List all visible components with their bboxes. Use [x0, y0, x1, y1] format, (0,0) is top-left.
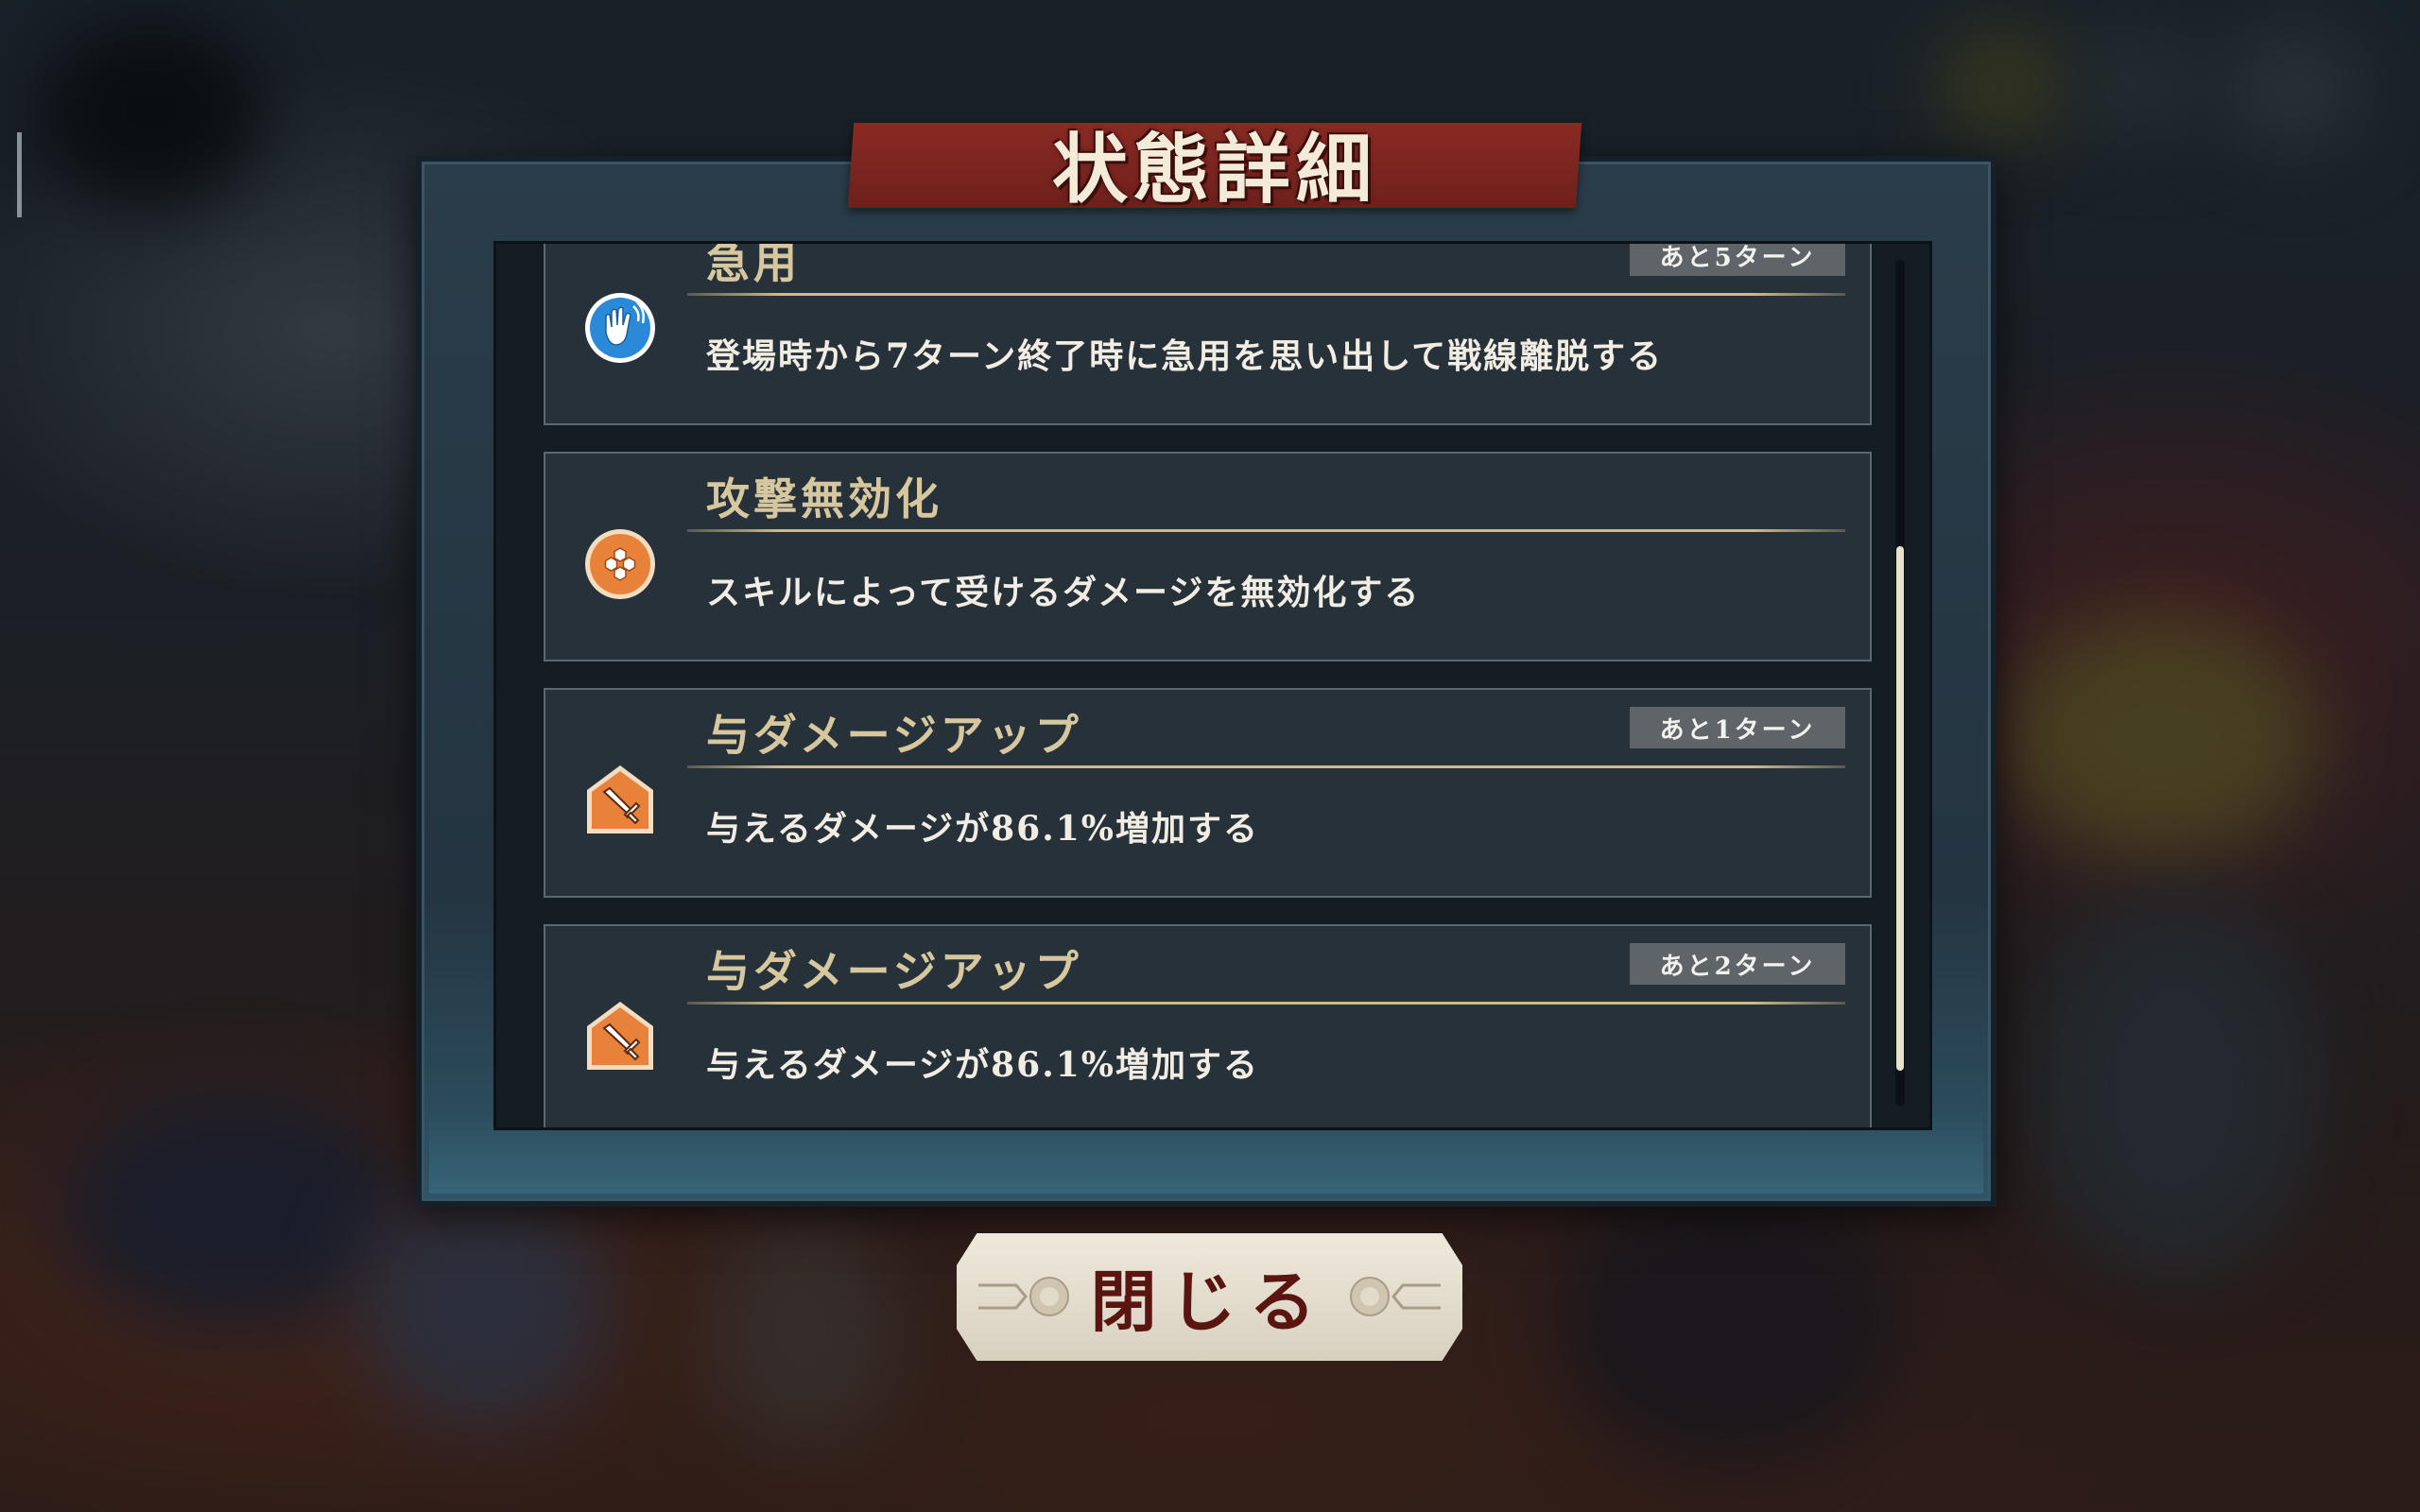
effect-name: 急用 — [706, 241, 801, 288]
divider — [687, 529, 1845, 532]
effect-list[interactable]: 急用 あと5ターン 登場時から7ターン終了時に急用を思い出して戦線離脱する 攻撃… — [493, 241, 1932, 1130]
hexagon-shield-icon — [583, 527, 657, 601]
effect-card: 急用 あと5ターン 登場時から7ターン終了時に急用を思い出して戦線離脱する — [544, 241, 1872, 425]
sword-up-icon — [583, 1000, 657, 1074]
waving-hand-icon — [583, 291, 657, 365]
close-button-label: 閉じる — [1090, 1263, 1329, 1341]
effect-description: 与えるダメージが86.1%増加する — [706, 1045, 1260, 1085]
effect-description: スキルによって受けるダメージを無効化する — [706, 573, 1421, 612]
effect-description: 与えるダメージが86.1%増加する — [706, 809, 1260, 849]
effect-card: 攻撃無効化 スキルによって受けるダメージを無効化する — [544, 452, 1872, 662]
effect-name: 攻撃無効化 — [706, 473, 942, 524]
effect-name: 与ダメージアップ — [706, 946, 1082, 997]
divider — [687, 293, 1845, 296]
scrollbar-thumb[interactable] — [1896, 546, 1904, 1071]
turns-remaining-badge: あと1ターン — [1630, 707, 1845, 748]
effect-description: 登場時から7ターン終了時に急用を思い出して戦線離脱する — [706, 336, 1664, 376]
dialog-title: 状態詳細 — [1052, 125, 1377, 214]
sword-up-icon — [583, 764, 657, 837]
close-button[interactable]: 閉じる — [951, 1228, 1468, 1366]
effect-card: 与ダメージアップ あと1ターン 与えるダメージが86.1%増加する — [544, 688, 1872, 898]
divider — [687, 1002, 1845, 1005]
turns-remaining-badge: あと5ターン — [1630, 244, 1845, 276]
divider — [687, 765, 1845, 768]
turns-remaining-badge: あと2ターン — [1630, 943, 1845, 985]
edge-indicator — [17, 132, 22, 217]
effect-card: 与ダメージアップ あと2ターン 与えるダメージが86.1%増加する — [544, 924, 1872, 1127]
effect-name: 与ダメージアップ — [706, 710, 1082, 761]
